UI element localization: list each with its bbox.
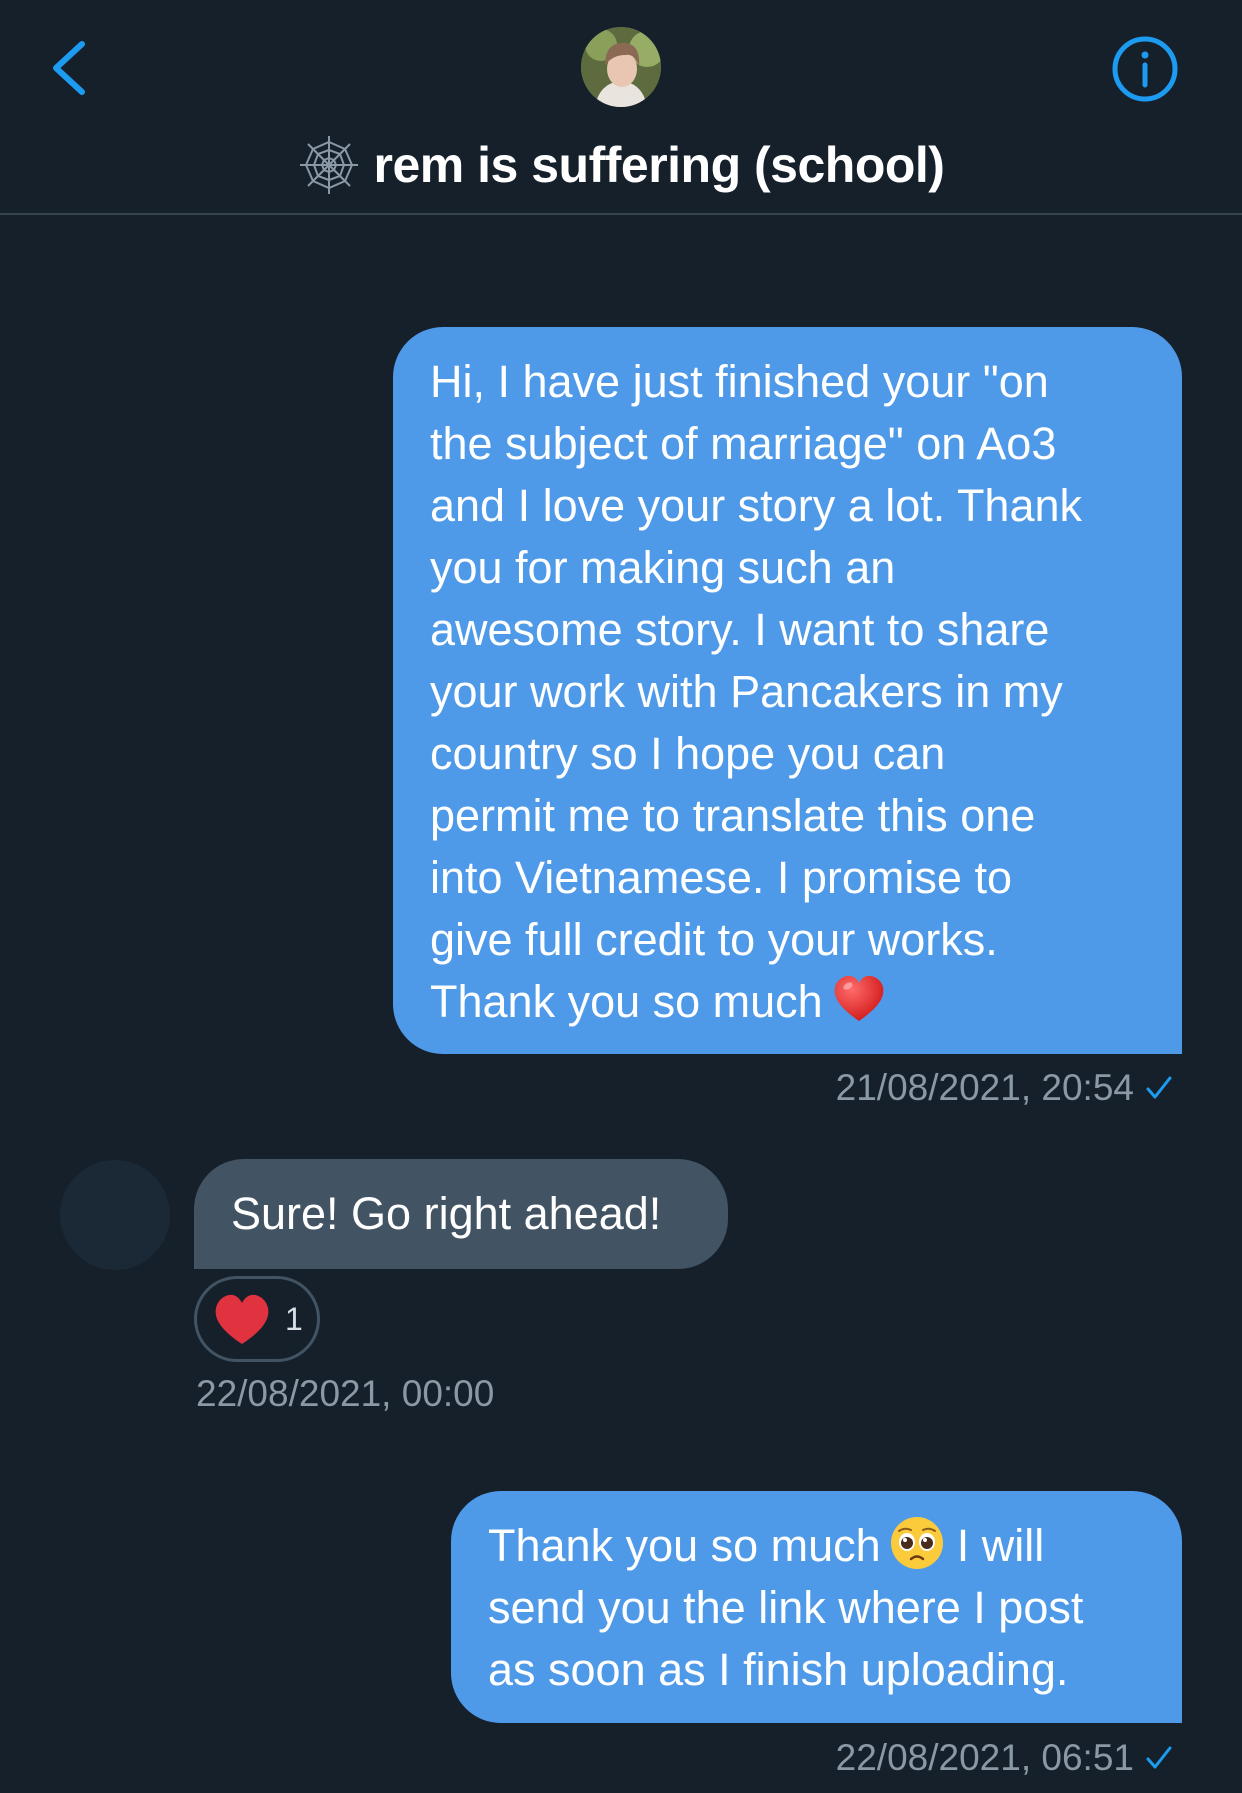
sender-avatar[interactable] xyxy=(60,1160,170,1270)
message-timestamp: 22/08/2021, 00:00 xyxy=(196,1373,495,1414)
message-text-line-last: Thank you so much xyxy=(430,971,1152,1033)
message-text-line: awesome story. I want to share xyxy=(430,604,1050,655)
timestamp-text: 21/08/2021, 20:54 xyxy=(835,1067,1134,1108)
message-text-line: Thank you so much xyxy=(488,1520,881,1571)
reaction-count: 1 xyxy=(285,1300,303,1337)
message-text-line: you for making such an xyxy=(430,542,896,593)
message-text-line: country so I hope you can xyxy=(430,728,946,779)
message-text-line: Thank you so much xyxy=(430,976,823,1027)
message-bubble-incoming[interactable]: Sure! Go right ahead! xyxy=(194,1159,728,1269)
checkmark-icon xyxy=(1146,1076,1172,1099)
conversation-title: rem is suffering (school) xyxy=(373,137,945,193)
message-bubble-outgoing[interactable]: Hi, I have just finished your "on the su… xyxy=(393,327,1182,1054)
message-text-line: into Vietnamese. I promise to xyxy=(430,852,1012,903)
timestamp-text: 22/08/2021, 06:51 xyxy=(835,1737,1134,1778)
info-button[interactable] xyxy=(1110,34,1180,104)
reaction-badge[interactable]: 1 xyxy=(194,1276,320,1362)
message-text-line: the subject of marriage" on Ao3 xyxy=(430,418,1057,469)
conversation-header: rem is suffering (school) xyxy=(0,0,1242,215)
message-text-line: as soon as I finish uploading. xyxy=(488,1644,1069,1695)
message-text-line: permit me to translate this one xyxy=(430,790,1036,841)
conversation-title-row: rem is suffering (school) xyxy=(0,130,1242,200)
heart-reaction-icon xyxy=(215,1294,269,1344)
chevron-left-icon xyxy=(53,41,85,95)
message-text-line: I will xyxy=(956,1520,1045,1571)
message-timestamp: 22/08/2021, 06:51 xyxy=(836,1736,1174,1780)
pleading-face-emoji-icon xyxy=(890,1517,943,1569)
spider-web-icon xyxy=(299,136,358,194)
message-text-line: send you the link where I post xyxy=(488,1582,1084,1633)
message-text-line: your work with Pancakers in my xyxy=(430,666,1063,717)
message-timestamp: 21/08/2021, 20:54 xyxy=(836,1066,1174,1110)
red-heart-emoji-icon xyxy=(834,975,884,1021)
checkmark-icon xyxy=(1146,1746,1172,1769)
message-text: Sure! Go right ahead! xyxy=(231,1188,662,1239)
message-text-line-first: Thank you so much I will xyxy=(488,1515,1152,1577)
message-text-line: Hi, I have just finished your "on xyxy=(430,356,1049,407)
conversation-avatar[interactable] xyxy=(581,27,661,107)
avatar-image xyxy=(581,27,661,107)
message-text-line: give full credit to your works. xyxy=(430,914,998,965)
message-bubble-outgoing[interactable]: Thank you so much I will send you the lin… xyxy=(451,1491,1182,1723)
info-icon xyxy=(1112,36,1178,102)
back-button[interactable] xyxy=(44,36,100,100)
message-text-line: and I love your story a lot. Thank xyxy=(430,480,1083,531)
